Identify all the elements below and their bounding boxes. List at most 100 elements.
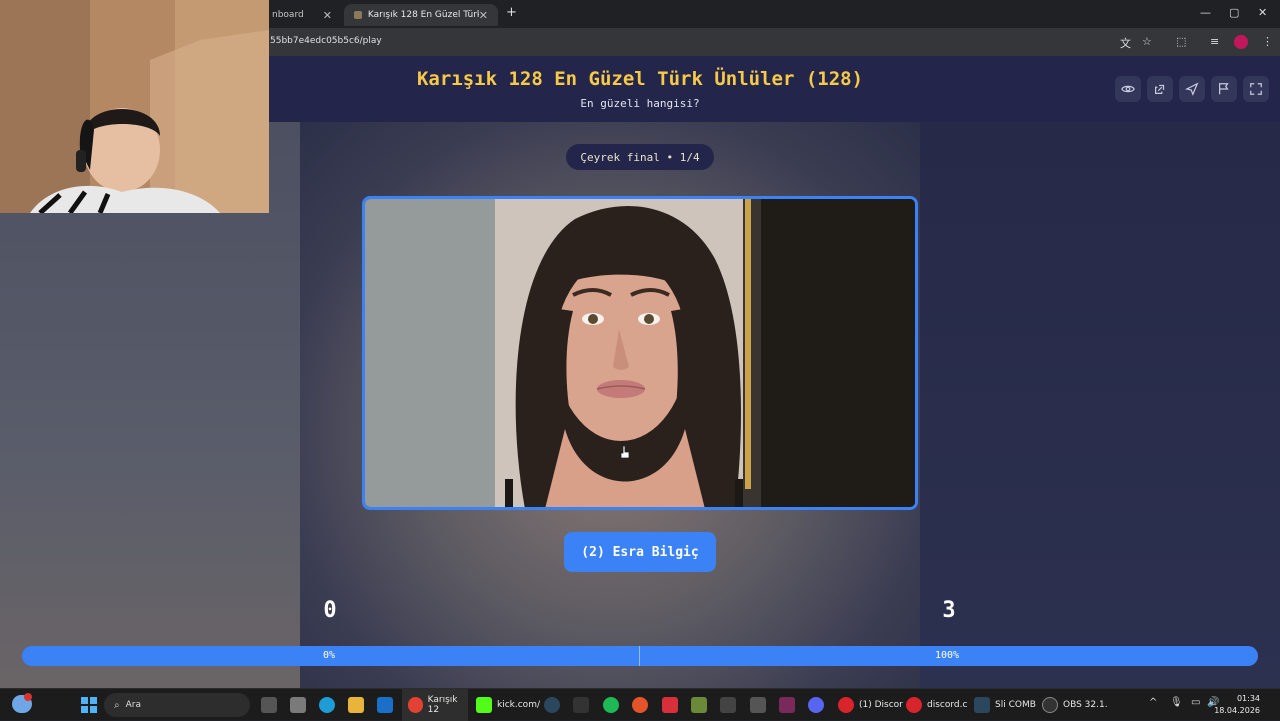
folder-icon: [348, 697, 364, 713]
notification-badge: [24, 693, 32, 701]
taskbar-label: Karışık 12: [427, 695, 458, 715]
app-button[interactable]: [720, 689, 741, 721]
browser-tab[interactable]: nboard ✕: [262, 4, 342, 26]
opera-icon: [838, 697, 854, 713]
app-icon[interactable]: [290, 689, 311, 721]
app-button[interactable]: [632, 689, 653, 721]
progress-left-label: 0%: [323, 650, 336, 661]
taskbar-steam-window[interactable]: Sli COMB: [974, 689, 1036, 721]
epic-button[interactable]: [573, 689, 594, 721]
image-background-dark: [761, 199, 915, 507]
close-window-button[interactable]: ✕: [1258, 6, 1267, 19]
steam-button[interactable]: [544, 689, 565, 721]
send-button[interactable]: [1179, 76, 1205, 102]
background-right: [920, 122, 1280, 688]
image-background-wall: [365, 199, 495, 507]
spotify-icon: [603, 697, 619, 713]
fullscreen-button[interactable]: [1243, 76, 1269, 102]
webcam-feed: [0, 0, 269, 213]
clock-time: 01:34: [1236, 694, 1260, 703]
tab-label: Karışık 128 En Güzel Türk Ünlüle: [367, 10, 479, 20]
minecraft-icon: [691, 697, 707, 713]
taskbar-label: (1) Discor: [859, 700, 903, 710]
spotify-button[interactable]: [603, 689, 624, 721]
score-left: 0: [323, 598, 337, 623]
taskbar-chrome[interactable]: Karışık 12: [402, 689, 468, 721]
taskbar-search[interactable]: ⌕ Ara: [104, 693, 250, 717]
edge-button[interactable]: [319, 689, 340, 721]
app-icon: [290, 697, 306, 713]
favicon-icon: [354, 11, 362, 19]
app-icon: [750, 697, 766, 713]
steam-icon: [974, 697, 990, 713]
eye-icon: [1121, 85, 1135, 93]
chrome-icon: [408, 697, 423, 713]
app-icon: [662, 697, 678, 713]
url-field[interactable]: 55bb7e4edc05b5c6/play: [270, 36, 382, 46]
progress-right-label: 100%: [935, 650, 960, 661]
webcam-overlay: [0, 0, 269, 213]
outlook-button[interactable]: [377, 689, 398, 721]
menu-icon[interactable]: ⋮: [1262, 35, 1273, 48]
app-icon: [632, 697, 648, 713]
opera-icon: [906, 697, 922, 713]
maximize-button[interactable]: ▢: [1229, 6, 1239, 19]
contestant-name-button[interactable]: (2) Esra Bilgiç: [564, 532, 716, 572]
minimize-button[interactable]: —: [1200, 6, 1211, 19]
discord-button[interactable]: [808, 689, 829, 721]
share-button[interactable]: [1147, 76, 1173, 102]
taskbar-label: Sli COMB: [995, 700, 1036, 710]
taskbar-opera-discord[interactable]: (1) Discor: [838, 689, 903, 721]
progress-divider: [639, 646, 640, 666]
kick-icon: [476, 697, 492, 713]
task-view-icon: [261, 697, 277, 713]
media-icon[interactable]: ≡: [1210, 35, 1219, 48]
app-button[interactable]: [662, 689, 683, 721]
contestant-image-card[interactable]: [362, 196, 918, 510]
profile-avatar[interactable]: [1234, 35, 1248, 49]
extensions-icon[interactable]: ⬚: [1176, 35, 1186, 48]
new-tab-button[interactable]: +: [506, 5, 517, 20]
search-label: Ara: [125, 700, 141, 710]
star-icon[interactable]: ☆: [1142, 35, 1152, 48]
taskbar-label: discord.c: [927, 700, 968, 710]
windows-start-icon[interactable]: [81, 697, 97, 713]
tray-chevron-icon[interactable]: ^: [1149, 697, 1157, 708]
microphone-icon[interactable]: 🎙: [1170, 697, 1183, 708]
taskbar-opera-discord-2[interactable]: discord.c: [906, 689, 967, 721]
close-tab-icon[interactable]: ✕: [323, 9, 332, 22]
app-button[interactable]: [750, 689, 771, 721]
app-button[interactable]: [779, 689, 800, 721]
windows-taskbar: ⌕ Ara Karışık 12 kick.com/ (1) Discor di…: [0, 688, 1280, 721]
contestant-photo: [495, 199, 761, 507]
fullscreen-icon: [1250, 83, 1262, 95]
taskbar-label: OBS 32.1.: [1063, 700, 1108, 710]
taskbar-clock[interactable]: 01:34 18.04.2026: [1214, 693, 1260, 717]
translate-icon[interactable]: 文: [1120, 35, 1131, 51]
browser-tab-active[interactable]: Karışık 128 En Güzel Türk Ünlüle ✕: [344, 4, 498, 26]
clock-date: 18.04.2026: [1214, 706, 1260, 715]
edge-icon: [319, 697, 335, 713]
eye-button[interactable]: [1115, 76, 1141, 102]
taskbar-label: kick.com/: [497, 700, 540, 710]
discord-icon: [808, 697, 824, 713]
send-icon: [1185, 82, 1199, 96]
share-icon: [1155, 84, 1165, 94]
network-icon[interactable]: ▭: [1191, 697, 1200, 708]
portrait-illustration: [495, 199, 761, 507]
tab-label: nboard: [272, 10, 304, 20]
task-view-button[interactable]: [261, 689, 282, 721]
minecraft-button[interactable]: [691, 689, 712, 721]
taskbar-obs[interactable]: OBS 32.1.: [1042, 689, 1108, 721]
report-button[interactable]: [1211, 76, 1237, 102]
explorer-button[interactable]: [348, 689, 369, 721]
app-icon: [720, 697, 736, 713]
mail-icon: [377, 697, 393, 713]
obs-icon: [1042, 697, 1058, 713]
taskbar-kick[interactable]: kick.com/: [476, 689, 540, 721]
search-icon: ⌕: [114, 699, 120, 711]
close-tab-icon[interactable]: ✕: [479, 9, 488, 22]
flag-icon: [1219, 83, 1229, 95]
score-right: 3: [942, 598, 956, 623]
hand-cursor-icon: [620, 446, 630, 459]
